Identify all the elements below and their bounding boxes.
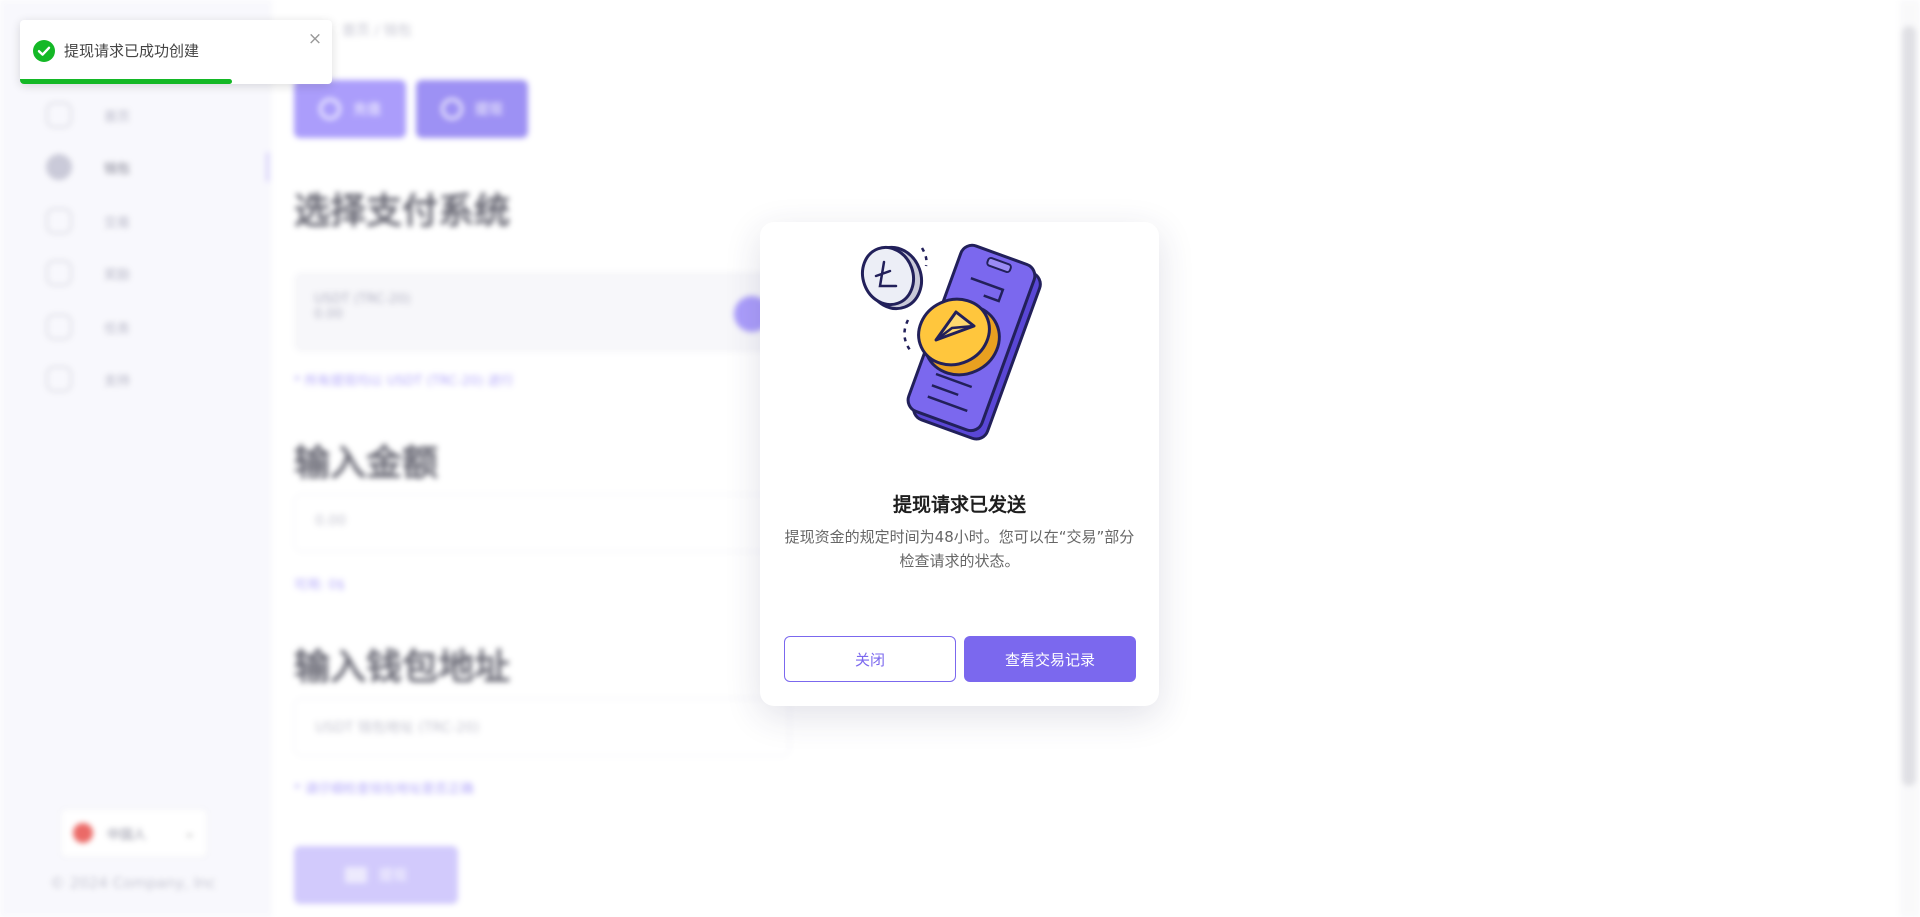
modal-title: 提现请求已发送 (892, 494, 1026, 516)
modal-description: 提现资金的规定时间为48小时。您可以在“交易”部分检查请求的状态。 (784, 528, 1135, 570)
close-button[interactable]: 关闭 (784, 636, 956, 682)
success-toast: 提现请求已成功创建 × (20, 20, 332, 84)
toast-progress-bar (20, 79, 233, 84)
toast-message: 提现请求已成功创建 (64, 42, 200, 60)
close-icon[interactable]: × (306, 30, 324, 48)
phone-coins-illustration (860, 243, 1042, 441)
withdrawal-sent-modal: 提现请求已发送 提现资金的规定时间为48小时。您可以在“交易”部分检查请求的状态… (760, 222, 1159, 706)
view-transactions-button[interactable]: 查看交易记录 (964, 636, 1136, 682)
check-circle-icon (33, 40, 55, 62)
